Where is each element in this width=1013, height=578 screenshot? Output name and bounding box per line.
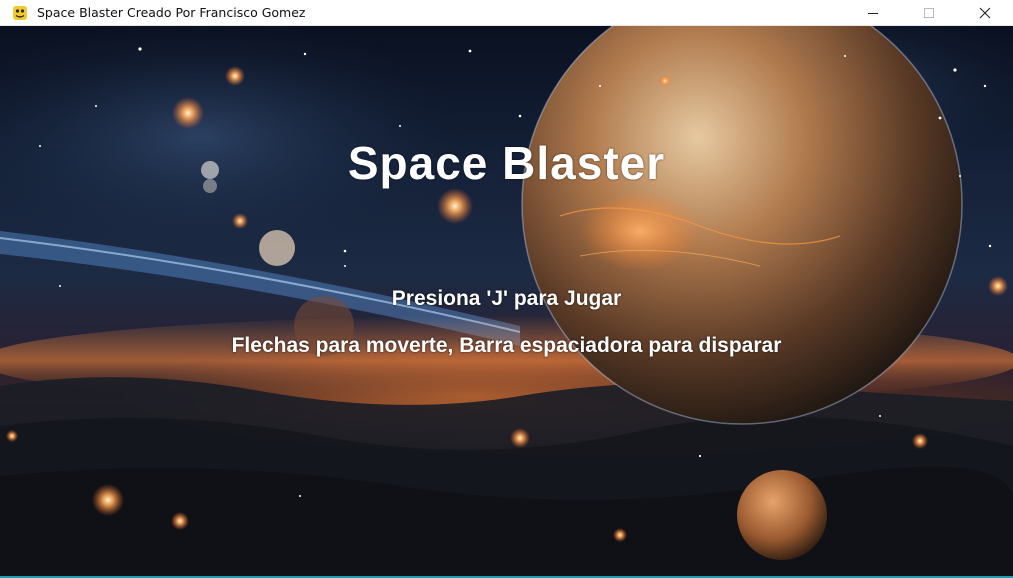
- play-prompt: Presiona 'J' para Jugar: [391, 287, 622, 310]
- minimize-button[interactable]: [845, 0, 901, 26]
- controls-instructions: Flechas para moverte, Barra espaciadora …: [231, 334, 782, 357]
- title-bar[interactable]: Space Blaster Creado Por Francisco Gomez: [0, 0, 1013, 26]
- close-icon: [979, 7, 991, 18]
- menu-text-layer: Space Blaster Presiona 'J' para Jugar Fl…: [0, 26, 1013, 576]
- maximize-button[interactable]: [901, 0, 957, 26]
- game-canvas[interactable]: Space Blaster Presiona 'J' para Jugar Fl…: [0, 26, 1013, 576]
- window-title: Space Blaster Creado Por Francisco Gomez: [37, 5, 306, 20]
- maximize-icon: [924, 7, 934, 18]
- window-controls: [845, 0, 1013, 26]
- close-button[interactable]: [957, 0, 1013, 26]
- game-title: Space Blaster: [347, 137, 666, 189]
- minimize-icon: [868, 12, 878, 14]
- game-window: Space Blaster Creado Por Francisco Gomez: [0, 0, 1013, 578]
- python-snake-icon: [11, 4, 29, 22]
